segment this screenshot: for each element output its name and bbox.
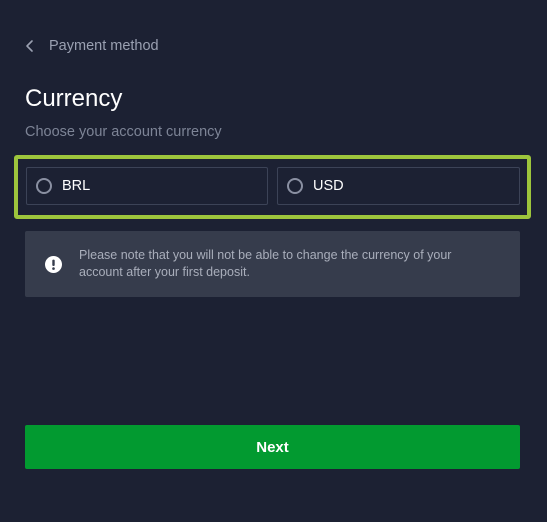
radio-button-usd[interactable]	[287, 178, 303, 194]
currency-notice: Please note that you will not be able to…	[25, 231, 520, 297]
back-link[interactable]: Payment method	[25, 36, 159, 56]
notice-text: Please note that you will not be able to…	[79, 248, 452, 279]
next-button[interactable]: Next	[25, 425, 520, 469]
chevron-left-icon	[25, 39, 35, 53]
radio-button-brl[interactable]	[36, 178, 52, 194]
currency-option-label: BRL	[62, 178, 91, 194]
currency-option-brl[interactable]: BRL	[26, 167, 268, 205]
back-link-label: Payment method	[49, 38, 159, 54]
currency-option-usd[interactable]: USD	[277, 167, 520, 205]
page-title: Currency	[25, 85, 123, 112]
page-subtitle: Choose your account currency	[25, 124, 222, 140]
exclamation-circle-icon	[45, 255, 62, 273]
currency-option-label: USD	[313, 178, 344, 194]
